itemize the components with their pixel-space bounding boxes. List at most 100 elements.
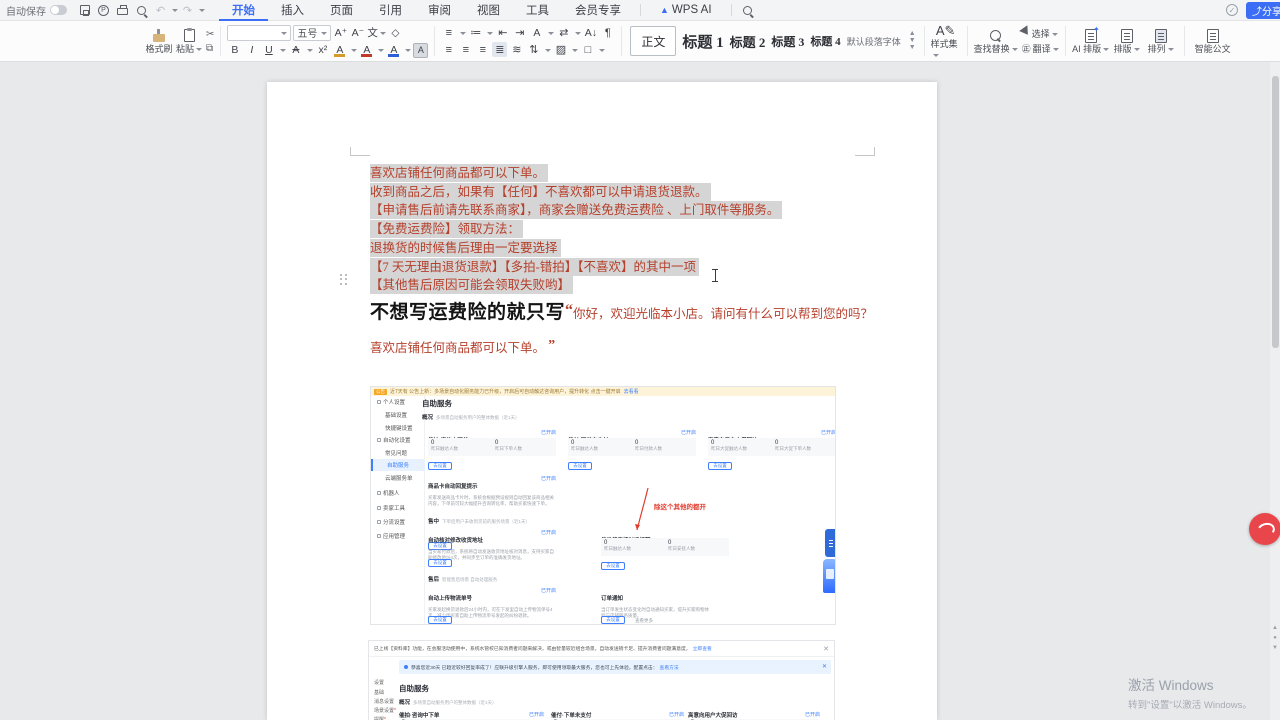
ai-layout-button[interactable]: ✦ AI 排版 [1072, 27, 1110, 55]
text-direction-button[interactable]: ⇄ [556, 25, 571, 40]
vertical-scrollbar[interactable] [1270, 62, 1280, 720]
status-link: 已开启 [821, 429, 836, 436]
quote-line1: 你好，欢迎光临本小店。请问有什么可以帮到您的吗？ [573, 307, 873, 321]
shading-button[interactable]: ▨ [553, 42, 568, 57]
status-link: 已开启 [541, 429, 556, 436]
export-pdf-button[interactable]: P [95, 3, 112, 18]
undo-caret-icon[interactable] [172, 9, 178, 15]
cut-button[interactable]: ✂ [206, 29, 214, 40]
tab-tools[interactable]: 工具 [513, 0, 562, 21]
stat-card-3: 高意向用户大促回访已开启 0昨日大促触达人数0昨日大促下单人数 去设置 [708, 429, 836, 473]
border-button[interactable]: □ [580, 42, 595, 57]
tab-view[interactable]: 视图 [464, 0, 513, 21]
redo-caret-icon[interactable] [199, 9, 205, 15]
windows-activation-watermark: 激活 Windows 转到"设置"以激活 Windows。 [1128, 674, 1252, 711]
find-replace-button[interactable]: 查找替换 [974, 27, 1018, 55]
search-button[interactable] [739, 3, 756, 18]
increase-font-button[interactable]: A⁺ [333, 25, 348, 40]
clear-format-button[interactable]: ◇ [388, 25, 403, 40]
underline-button[interactable]: U [261, 43, 276, 58]
scrollbar-thumb[interactable] [1272, 76, 1279, 348]
style-default-font[interactable]: 默认段落字体 [847, 35, 901, 48]
arrange-button[interactable]: 排列 [1144, 27, 1178, 55]
preview-button[interactable] [133, 3, 150, 18]
floating-action-button[interactable] [1249, 513, 1280, 545]
style-gallery: 正文 标题 1 标题 2 标题 3 标题 4 默认段落字体 ▲▼▼ [624, 21, 921, 61]
copy-button[interactable]: ⧉ [206, 43, 214, 54]
format-painter-button[interactable]: 格式刷 [144, 27, 174, 55]
decrease-indent-button[interactable]: ⇤ [495, 25, 510, 40]
font-color-button[interactable]: A [359, 43, 374, 58]
notice-close-icon: ✕ [823, 645, 829, 653]
save-button[interactable] [76, 3, 93, 18]
numbered-list-button[interactable]: ≔ [468, 25, 483, 40]
doc-check-icon[interactable]: ✓ [1226, 4, 1238, 16]
status-link: 已开启 [541, 529, 556, 536]
line-spacing-button[interactable]: ⇅ [526, 42, 541, 57]
tab-home[interactable]: 开始 [219, 0, 268, 21]
title-bar: 自动保存 P ↶ ↷ 开始 插入 页面 引用 审阅 视图 工具 会员专享 ▲WP… [0, 0, 1280, 21]
show-marks-button[interactable]: ¶ [600, 25, 615, 40]
status-link: 已开启 [681, 429, 696, 436]
embedded-screenshot-2[interactable]: 已上线【资料库】功能，在会服活动使用中，系统水管校已知消费者问题来解决，或由智量… [368, 640, 835, 720]
autosave-toggle[interactable] [50, 5, 67, 15]
share-button[interactable]: ⤴ 分享 [1246, 2, 1280, 19]
sidebar-item-selfservice: 自助服务 [371, 459, 425, 471]
strikethrough-button[interactable]: A [288, 43, 303, 58]
tab-insert[interactable]: 插入 [268, 0, 317, 21]
close-quote: ” [548, 338, 555, 353]
superscript-button[interactable]: x² [315, 43, 330, 58]
smart-doc-button[interactable]: 智能公文 [1191, 27, 1235, 55]
tab-review[interactable]: 审阅 [415, 0, 464, 21]
bullet-list-button[interactable]: ≡ [441, 25, 456, 40]
style-normal[interactable]: 正文 [630, 26, 676, 56]
tab-member[interactable]: 会员专享 [562, 0, 634, 21]
phonetic-guide-button[interactable]: 文 [367, 25, 386, 40]
setup-button: 去设置 [428, 616, 452, 624]
highlight-color-button[interactable]: A [332, 43, 347, 58]
style-heading3[interactable]: 标题 3 [771, 33, 804, 50]
decrease-font-button[interactable]: A⁻ [350, 25, 365, 40]
align-left-button[interactable]: ≡ [441, 42, 456, 57]
embedded-screenshot-1[interactable]: 公告 近7天有 公告上新：多场景自动化服务能力已升级，开启后可自动触达咨询用户，… [370, 386, 836, 625]
align-center-button[interactable]: ≡ [458, 42, 473, 57]
bold-button[interactable]: B [227, 43, 242, 58]
mid-left-card: 自动核对修改收货地址已开启 当买家付款后，系统将自动发送收货地址核对消息，支持买… [428, 529, 556, 561]
doc-line: 【免费运费险】领取方法： [370, 220, 523, 238]
shot2-overview: 概况多场景自动服务用户的整体数据（近1天） [399, 698, 497, 706]
scroll-nav-buttons[interactable]: ▲●▼ [1272, 625, 1278, 651]
paste-button[interactable]: 粘贴 [174, 27, 204, 55]
style-heading1[interactable]: 标题 1 [682, 31, 723, 52]
style-heading4[interactable]: 标题 4 [810, 33, 840, 49]
tab-page[interactable]: 页面 [317, 0, 366, 21]
select-button[interactable]: 选择 [1022, 27, 1059, 40]
paragraph-drag-handle-icon[interactable] [340, 274, 349, 286]
sort-button[interactable]: A↓ [583, 25, 598, 40]
tab-wps-ai[interactable]: ▲WPS AI [647, 0, 725, 21]
tab-reference[interactable]: 引用 [366, 0, 415, 21]
char-shading-button[interactable]: A [413, 43, 428, 58]
align-right-button[interactable]: ≡ [475, 42, 490, 57]
gallery-scroll[interactable]: ▲▼▼ [909, 31, 916, 51]
setup-button: 去设置 [601, 562, 625, 570]
doc-line: 退换货的时候售后理由一定要选择 [370, 239, 561, 257]
align-justify-button[interactable]: ≣ [492, 42, 507, 57]
sidebar-item-automation: 自动化设置 [371, 434, 425, 446]
find-group: 查找替换 选择 ㊣翻译 [970, 21, 1063, 61]
layout-button[interactable]: 排版 [1110, 27, 1144, 55]
font-size-select[interactable]: 五号 [293, 25, 331, 41]
distribute-button[interactable]: ≋ [509, 42, 524, 57]
translate-button[interactable]: ㊣翻译 [1022, 42, 1059, 55]
undo-button[interactable]: ↶ [152, 3, 169, 18]
char-scale-button[interactable]: A [529, 25, 544, 40]
scroll-up-icon: ▲ [1272, 625, 1278, 631]
redo-button[interactable]: ↷ [179, 3, 196, 18]
increase-indent-button[interactable]: ⇥ [512, 25, 527, 40]
char-color-blue-button[interactable]: A [386, 43, 401, 58]
style-set-button[interactable]: A✎ 样式集 [931, 22, 961, 61]
italic-button[interactable]: I [244, 43, 259, 58]
style-heading2[interactable]: 标题 2 [730, 32, 766, 51]
print-button[interactable] [114, 3, 131, 18]
doc-line: 【其他售后原因可能会领取失败哟】 [370, 276, 573, 294]
font-name-select[interactable] [227, 25, 291, 41]
